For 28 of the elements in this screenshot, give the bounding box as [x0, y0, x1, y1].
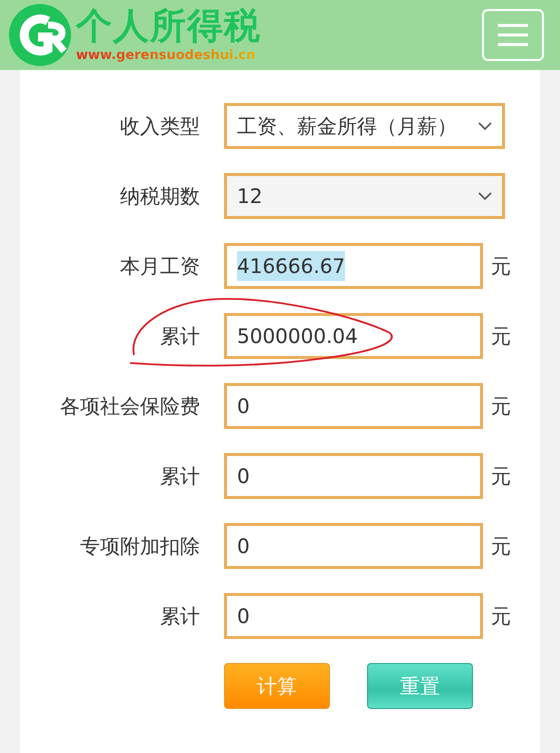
menu-button[interactable]: [482, 9, 544, 61]
select-field[interactable]: 工资、薪金所得（月薪）: [224, 103, 505, 149]
logo-icon: [8, 3, 72, 67]
input-field[interactable]: 0: [224, 593, 483, 639]
field-label: 本月工资: [119, 253, 200, 280]
chevron-down-icon: [478, 122, 492, 130]
unit-label: 元: [491, 463, 511, 490]
chevron-down-icon: [478, 192, 492, 200]
field-label: 各项社会保险费: [59, 393, 200, 420]
field-label: 累计: [159, 323, 200, 350]
unit-label: 元: [491, 253, 511, 280]
select-field[interactable]: 12: [224, 173, 505, 219]
unit-label: 元: [491, 393, 511, 420]
input-field[interactable]: 416666.67: [224, 243, 483, 289]
site-title: 个人所得税: [76, 8, 261, 44]
input-field[interactable]: 0: [224, 523, 483, 569]
input-field[interactable]: 0: [224, 453, 483, 499]
field-label: 累计: [159, 463, 200, 490]
field-label: 纳税期数: [119, 183, 200, 210]
menu-icon: [498, 24, 528, 46]
unit-label: 元: [491, 603, 511, 630]
field-label: 收入类型: [119, 113, 200, 140]
unit-label: 元: [491, 533, 511, 560]
field-label: 累计: [159, 603, 200, 630]
input-field[interactable]: 0: [224, 383, 483, 429]
field-label: 专项附加扣除: [79, 533, 200, 560]
input-field[interactable]: 5000000.04: [224, 313, 483, 359]
unit-label: 元: [491, 323, 511, 350]
